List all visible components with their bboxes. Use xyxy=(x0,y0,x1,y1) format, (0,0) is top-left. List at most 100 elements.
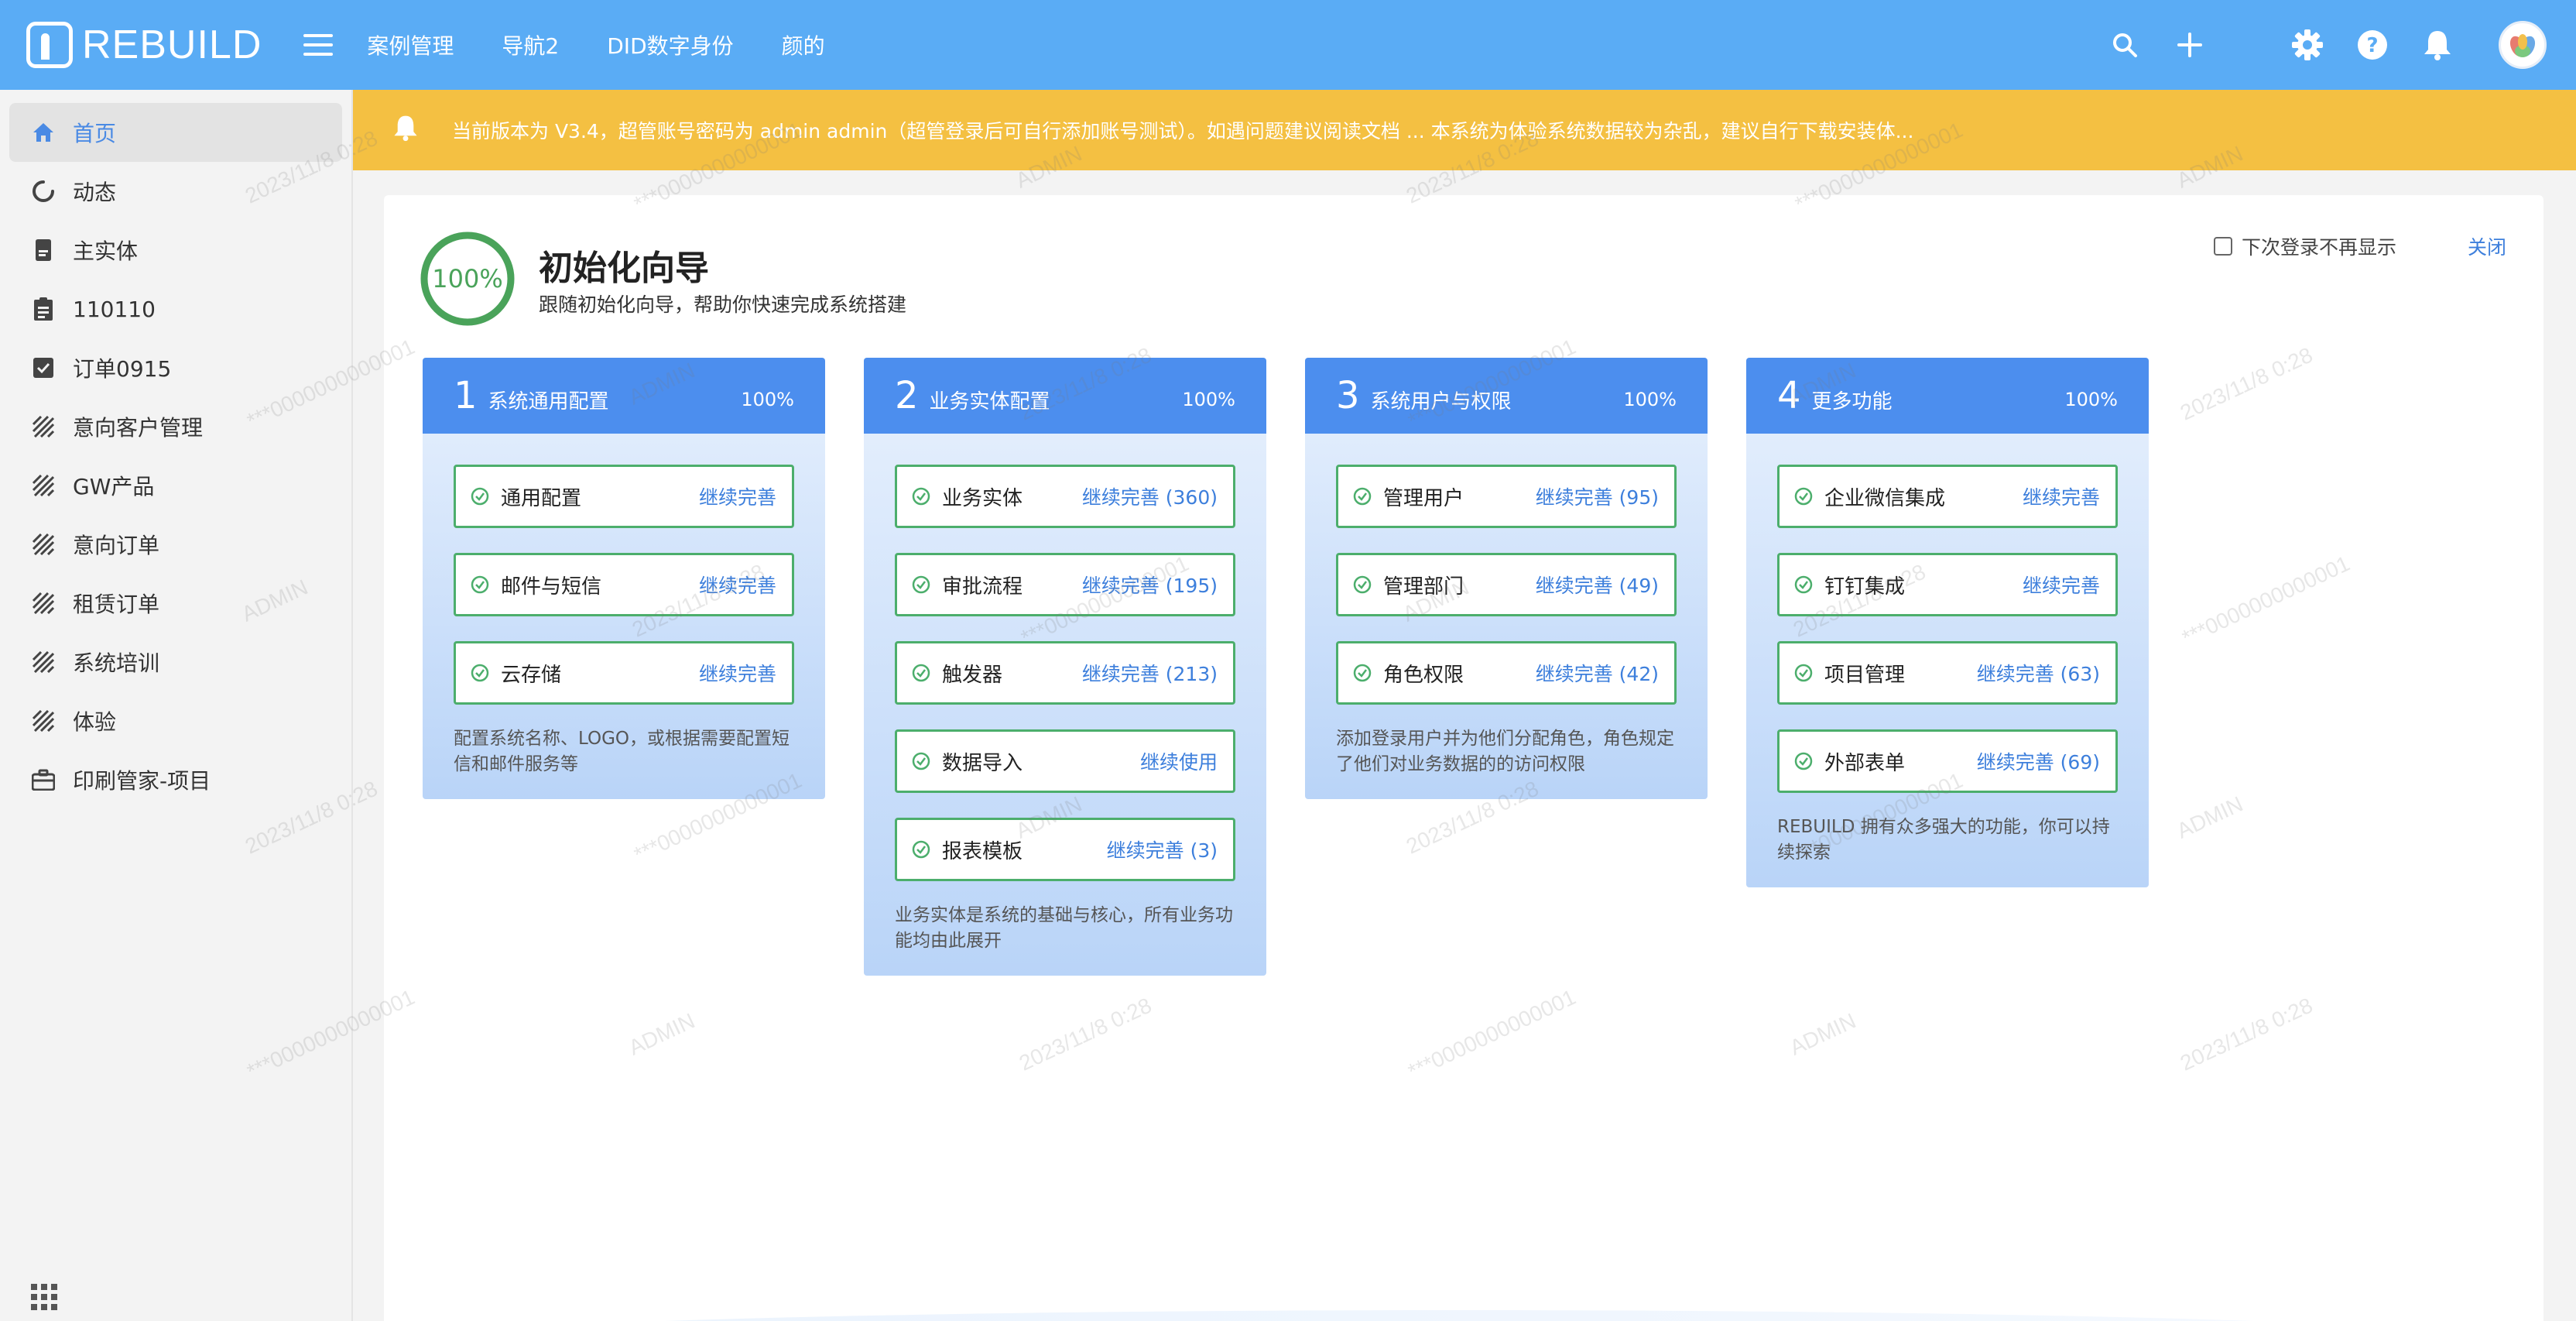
card-header: 3 系统用户与权限 100% xyxy=(1305,358,1708,434)
progress-label: 100% xyxy=(432,264,503,293)
continue-link[interactable]: 继续完善 (69) xyxy=(1977,747,2100,775)
card-title: 更多功能 xyxy=(1811,389,1893,413)
card-description: REBUILD 拥有众多强大的功能，你可以持续探索 xyxy=(1777,817,2110,863)
step-item[interactable]: 外部表单 继续完善 (69) xyxy=(1777,729,2118,793)
sidebar-item-print-project[interactable]: 印刷管家-项目 xyxy=(9,750,342,809)
check-circle-icon xyxy=(1794,752,1813,770)
avatar[interactable] xyxy=(2499,21,2547,69)
step-item[interactable]: 触发器 继续完善 (213) xyxy=(895,641,1235,705)
topnav-item-yan[interactable]: 颜的 xyxy=(782,29,825,60)
continue-link[interactable]: 继续完善 xyxy=(2023,571,2100,599)
step-item[interactable]: 邮件与短信 继续完善 xyxy=(454,553,794,616)
plus-icon[interactable] xyxy=(2172,27,2208,63)
step-item-name: 管理部门 xyxy=(1383,575,1464,599)
sidebar-item-label: 动态 xyxy=(73,180,117,205)
step-item-name: 审批流程 xyxy=(942,575,1023,599)
sidebar-item-110110[interactable]: 110110 xyxy=(9,280,342,338)
hatch-icon xyxy=(29,589,57,617)
step-number: 3 xyxy=(1336,374,1360,417)
continue-link[interactable]: 继续完善 xyxy=(699,482,776,510)
sidebar-item-label: GW产品 xyxy=(73,474,155,499)
continue-link[interactable]: 继续完善 (195) xyxy=(1082,571,1218,599)
step-item[interactable]: 管理部门 继续完善 (49) xyxy=(1336,553,1677,616)
step-item[interactable]: 报表模板 继续完善 (3) xyxy=(895,818,1235,881)
sidebar-item-activity[interactable]: 动态 xyxy=(9,162,342,221)
sidebar: 首页 动态 主实体 110110 订单0915 意向客户管理 GW产品 意向订单… xyxy=(0,90,353,1321)
continue-link[interactable]: 继续完善 (3) xyxy=(1107,835,1218,863)
close-link[interactable]: 关闭 xyxy=(2468,232,2506,260)
menu-toggle-icon[interactable] xyxy=(303,34,334,56)
continue-link[interactable]: 继续完善 (42) xyxy=(1536,659,1659,687)
notice-text: 当前版本为 V3.4，超管账号密码为 admin admin（超管登录后可自行添… xyxy=(452,120,1914,142)
continue-link[interactable]: 继续完善 xyxy=(699,659,776,687)
step-item-name: 企业微信集成 xyxy=(1824,486,1946,510)
sidebar-item-intent-customers[interactable]: 意向客户管理 xyxy=(9,397,342,456)
step-item[interactable]: 管理用户 继续完善 (95) xyxy=(1336,465,1677,528)
dont-show-checkbox[interactable] xyxy=(2213,237,2232,256)
card-title: 系统用户与权限 xyxy=(1370,389,1512,413)
sidebar-item-label: 主实体 xyxy=(73,238,139,264)
step-item-name: 业务实体 xyxy=(942,486,1023,510)
progress-ring: 100% xyxy=(420,231,516,327)
sidebar-item-home[interactable]: 首页 xyxy=(9,103,342,162)
sidebar-item-intent-orders[interactable]: 意向订单 xyxy=(9,515,342,574)
sidebar-item-training[interactable]: 系统培训 xyxy=(9,633,342,691)
continue-link[interactable]: 继续完善 (213) xyxy=(1082,659,1218,687)
logo-mark-icon xyxy=(26,22,73,68)
step-item[interactable]: 审批流程 继续完善 (195) xyxy=(895,553,1235,616)
refresh-icon xyxy=(29,177,57,205)
topnav-item-cases[interactable]: 案例管理 xyxy=(367,29,454,60)
card-progress: 100% xyxy=(741,389,794,410)
card-description: 添加登录用户并为他们分配角色，角色规定了他们对业务数据的的访问权限 xyxy=(1336,729,1674,774)
step-item-name: 管理用户 xyxy=(1383,486,1464,510)
checkbox-icon xyxy=(29,354,57,382)
step-item[interactable]: 业务实体 继续完善 (360) xyxy=(895,465,1235,528)
step-item-name: 项目管理 xyxy=(1824,663,1906,687)
sidebar-item-lease-orders[interactable]: 租赁订单 xyxy=(9,574,342,633)
step-item[interactable]: 企业微信集成 继续完善 xyxy=(1777,465,2118,528)
card-description: 配置系统名称、LOGO，或根据需要配置短信和邮件服务等 xyxy=(454,729,790,774)
apps-grid-icon[interactable] xyxy=(31,1284,57,1310)
step-item[interactable]: 通用配置 继续完善 xyxy=(454,465,794,528)
step-item[interactable]: 云存储 继续完善 xyxy=(454,641,794,705)
step-card-3: 3 系统用户与权限 100% 管理用户 继续完善 (95) 管理部门 继续完善 … xyxy=(1305,358,1708,799)
continue-link[interactable]: 继续完善 xyxy=(2023,482,2100,510)
continue-link[interactable]: 继续完善 xyxy=(699,571,776,599)
svg-text:?: ? xyxy=(2366,34,2378,57)
continue-link[interactable]: 继续完善 (49) xyxy=(1536,571,1659,599)
step-item[interactable]: 角色权限 继续完善 (42) xyxy=(1336,641,1677,705)
step-card-2: 2 业务实体配置 100% 业务实体 继续完善 (360) 审批流程 继续完善 … xyxy=(864,358,1266,976)
badge-icon xyxy=(29,236,57,264)
sidebar-item-label: 系统培训 xyxy=(73,650,160,676)
help-icon[interactable]: ? xyxy=(2355,27,2390,63)
check-circle-icon xyxy=(471,664,489,682)
check-circle-icon xyxy=(1353,487,1372,506)
continue-link[interactable]: 继续完善 (95) xyxy=(1536,482,1659,510)
dont-show-again[interactable]: 下次登录不再显示 xyxy=(2213,232,2396,260)
search-icon[interactable] xyxy=(2107,27,2143,63)
continue-link[interactable]: 继续完善 (360) xyxy=(1082,482,1218,510)
init-wizard-panel: 100% 初始化向导 跟随初始化向导，帮助你快速完成系统搭建 下次登录不再显示 … xyxy=(384,195,2543,1321)
gear-icon[interactable] xyxy=(2290,27,2325,63)
sidebar-item-label: 印刷管家-项目 xyxy=(73,768,211,794)
sidebar-item-order0915[interactable]: 订单0915 xyxy=(9,338,342,397)
sidebar-item-main-entity[interactable]: 主实体 xyxy=(9,221,342,280)
check-circle-icon xyxy=(1794,664,1813,682)
hatch-icon xyxy=(29,530,57,558)
bell-icon[interactable] xyxy=(2420,27,2455,63)
page-subtitle: 跟随初始化向导，帮助你快速完成系统搭建 xyxy=(539,293,907,316)
continue-link[interactable]: 继续使用 xyxy=(1140,747,1218,775)
topnav-item-nav2[interactable]: 导航2 xyxy=(502,29,559,60)
sidebar-item-gw-products[interactable]: GW产品 xyxy=(9,456,342,515)
topnav-item-did[interactable]: DID数字身份 xyxy=(607,29,733,60)
continue-link[interactable]: 继续完善 (63) xyxy=(1977,659,2100,687)
step-item[interactable]: 钉钉集成 继续完善 xyxy=(1777,553,2118,616)
step-item-name: 数据导入 xyxy=(942,751,1023,775)
sidebar-item-experience[interactable]: 体验 xyxy=(9,691,342,750)
sidebar-item-label: 意向订单 xyxy=(73,533,160,558)
top-actions: ? xyxy=(2107,0,2576,90)
step-item[interactable]: 项目管理 继续完善 (63) xyxy=(1777,641,2118,705)
app-logo[interactable]: REBUILD xyxy=(26,22,262,68)
card-header: 1 系统通用配置 100% xyxy=(423,358,825,434)
step-item[interactable]: 数据导入 继续使用 xyxy=(895,729,1235,793)
